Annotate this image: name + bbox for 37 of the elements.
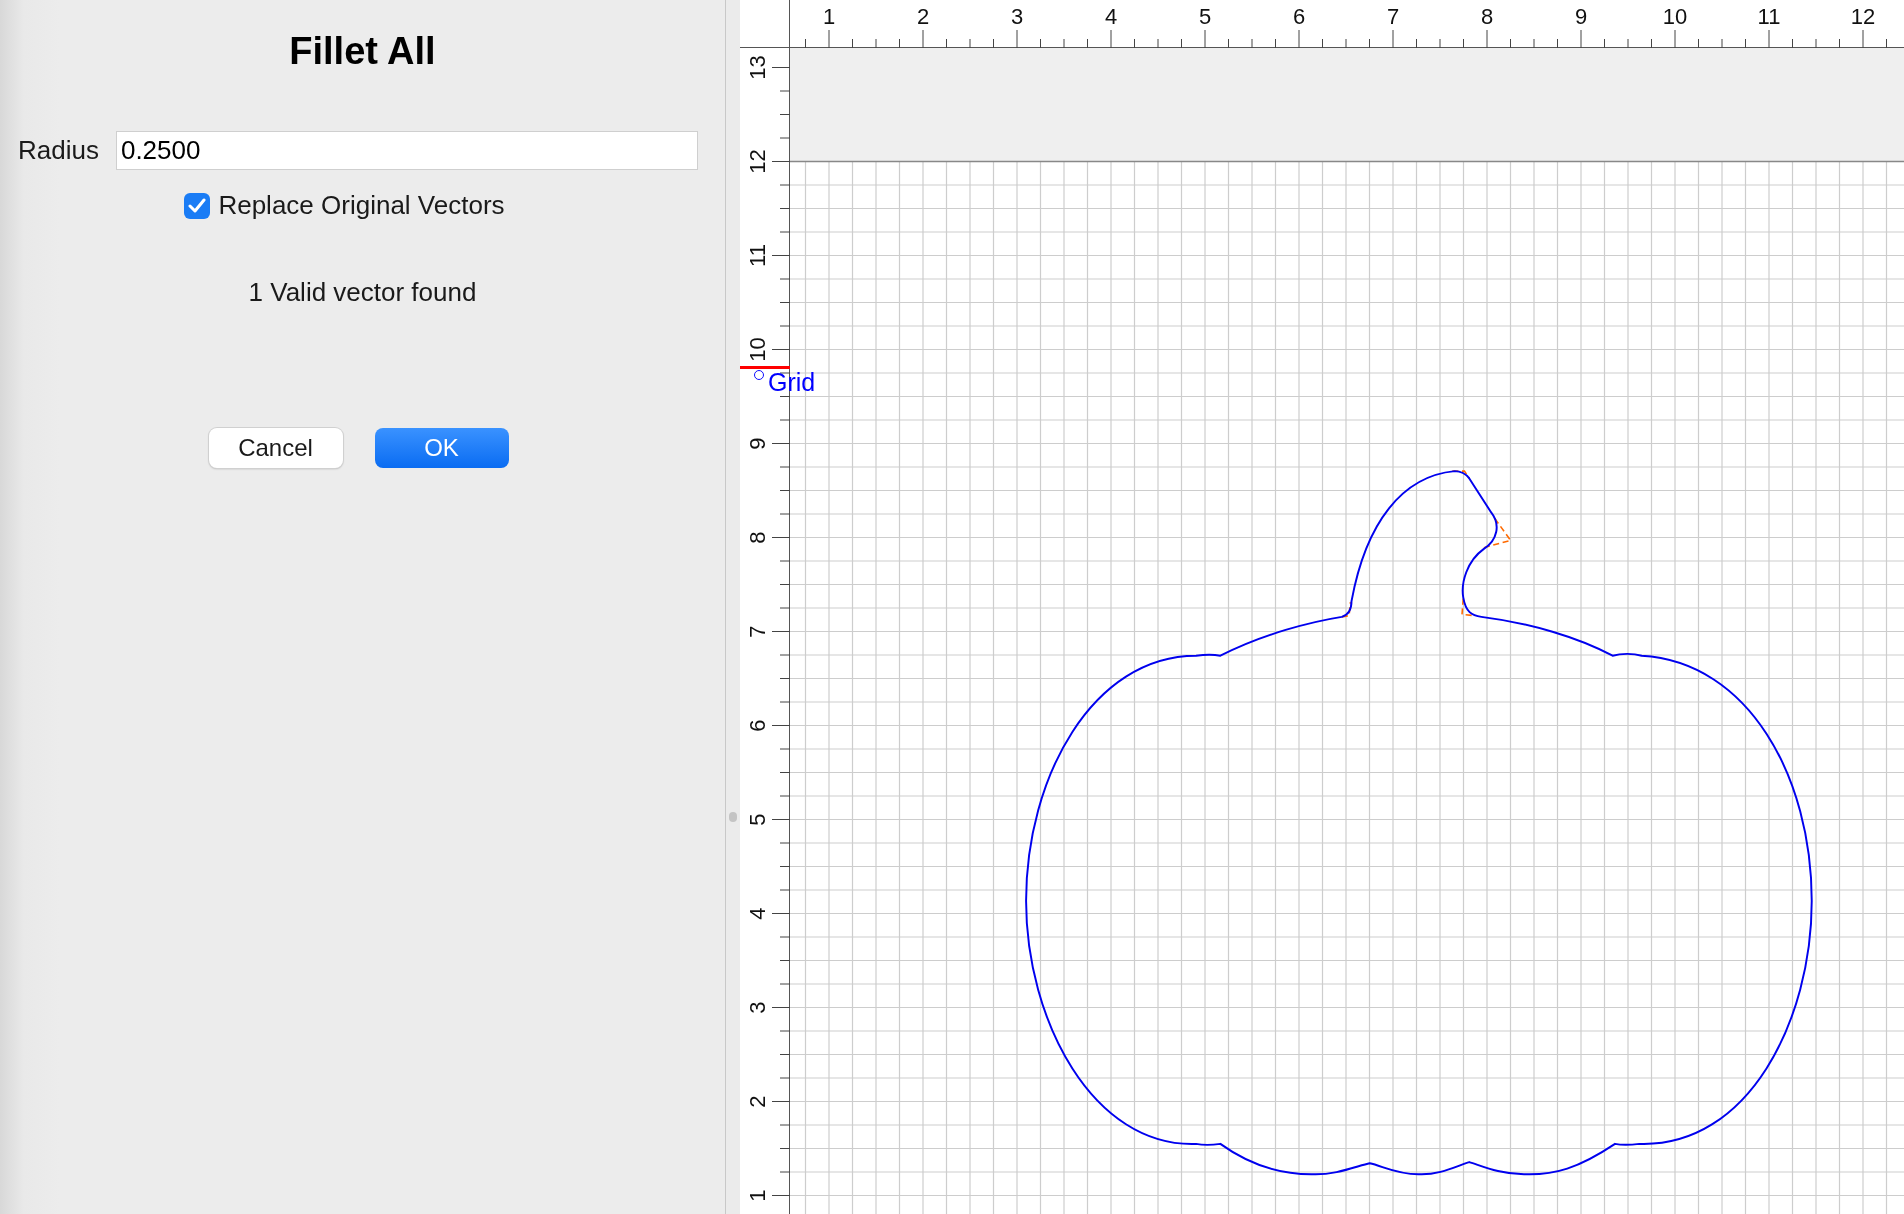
- ruler-label: 2: [745, 1095, 770, 1108]
- ruler-label: 11: [1757, 4, 1781, 29]
- split-handle[interactable]: [729, 812, 737, 822]
- ruler-label: 5: [745, 813, 770, 826]
- status-text: 1 Valid vector found: [248, 277, 477, 308]
- ruler-label: 10: [1662, 4, 1688, 29]
- ruler-label: 9: [1574, 4, 1588, 29]
- ruler-label: 4: [745, 907, 770, 920]
- ruler-label: 4: [1104, 4, 1118, 29]
- cancel-button[interactable]: Cancel: [208, 428, 343, 468]
- ruler-label: 5: [1198, 4, 1212, 29]
- pumpkin-outline[interactable]: [1025, 470, 1813, 1176]
- ruler-label: 13: [745, 55, 770, 80]
- ruler-label: 2: [916, 4, 930, 29]
- ruler-label: 6: [1292, 4, 1306, 29]
- ruler-label: 12: [1850, 4, 1876, 29]
- ruler-label: 7: [1386, 4, 1400, 29]
- ok-button[interactable]: OK: [374, 428, 509, 468]
- ruler-label: 7: [745, 625, 770, 638]
- checkbox[interactable]: [184, 192, 211, 219]
- dialog-title: Fillet All: [289, 29, 436, 74]
- ruler-label: 1: [745, 1189, 770, 1202]
- ruler-label: 6: [745, 719, 770, 732]
- radius-label: Radius: [18, 135, 99, 166]
- ruler-label: 12: [745, 149, 770, 174]
- ruler-label: 10: [745, 337, 770, 362]
- ruler-label: 8: [745, 531, 770, 544]
- ruler-label: 3: [745, 1001, 770, 1014]
- position-indicator: [740, 366, 790, 369]
- ruler-label: 11: [745, 244, 770, 267]
- ruler-label: 1: [822, 4, 836, 29]
- ruler-label: 9: [745, 437, 770, 450]
- dashed-corner-line: [1461, 597, 1475, 617]
- ruler-label: 8: [1480, 4, 1494, 29]
- ruler-label: 3: [1010, 4, 1024, 29]
- checkbox-label[interactable]: Replace Original Vectors: [218, 190, 505, 221]
- radius-input[interactable]: 0.2500: [115, 131, 698, 170]
